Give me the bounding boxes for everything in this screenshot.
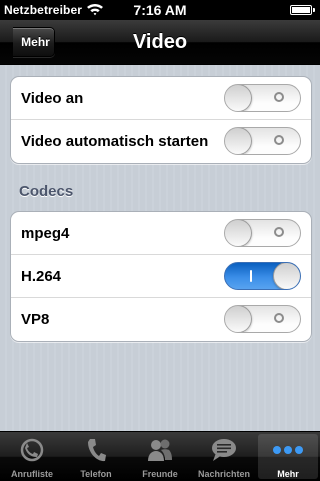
codec-label: H.264 <box>21 268 62 285</box>
video-settings-group: Video an Video automatisch starten <box>10 76 312 164</box>
tab-bar: Anrufliste Telefon Freunde Nachrichten M… <box>0 431 320 481</box>
clock: 7:16 AM <box>133 2 187 18</box>
tab-nachrichten[interactable]: Nachrichten <box>192 432 256 481</box>
codec-label: VP8 <box>21 311 50 328</box>
navigation-bar: Video Mehr <box>0 20 320 65</box>
setting-row-video-autostart: Video automatisch starten <box>11 120 311 163</box>
setting-label: Video an <box>21 90 84 107</box>
mpeg4-switch[interactable] <box>224 219 301 247</box>
codec-label: mpeg4 <box>21 225 70 242</box>
codecs-section-header: Codecs <box>19 183 74 200</box>
off-indicator-icon <box>274 313 284 323</box>
tab-label: Mehr <box>277 469 299 479</box>
call-history-icon <box>20 438 44 462</box>
back-button[interactable]: Mehr <box>13 27 55 57</box>
tab-telefon[interactable]: Telefon <box>64 432 128 481</box>
back-button-label: Mehr <box>21 35 50 49</box>
chat-icon <box>212 439 236 461</box>
vp8-switch[interactable] <box>224 305 301 333</box>
setting-label: Video automatisch starten <box>21 133 209 150</box>
off-indicator-icon <box>274 92 284 102</box>
on-indicator-icon <box>250 270 252 282</box>
phone-icon <box>88 439 106 462</box>
switch-knob[interactable] <box>273 263 300 289</box>
codecs-group: mpeg4 H.264 VP8 <box>10 211 312 342</box>
off-indicator-icon <box>274 227 284 237</box>
tab-anrufliste[interactable]: Anrufliste <box>0 432 64 481</box>
codec-row-h264: H.264 <box>11 255 311 298</box>
video-on-switch[interactable] <box>224 84 301 112</box>
video-autostart-switch[interactable] <box>224 127 301 155</box>
off-indicator-icon <box>274 135 284 145</box>
tab-mehr[interactable]: Mehr <box>258 434 318 479</box>
h264-switch[interactable] <box>224 262 301 290</box>
tab-label: Nachrichten <box>197 469 250 479</box>
switch-knob[interactable] <box>225 128 252 154</box>
battery-icon <box>290 5 315 15</box>
friends-icon <box>148 439 172 461</box>
tab-label: Anrufliste <box>10 469 53 479</box>
switch-knob[interactable] <box>225 85 252 111</box>
codec-row-mpeg4: mpeg4 <box>11 212 311 255</box>
tab-label: Freunde <box>142 469 178 479</box>
setting-row-video-on: Video an <box>11 77 311 120</box>
tab-label: Telefon <box>80 469 112 479</box>
tab-freunde[interactable]: Freunde <box>128 432 192 481</box>
codec-row-vp8: VP8 <box>11 298 311 341</box>
status-bar: Netzbetreiber 7:16 AM <box>0 0 320 20</box>
switch-knob[interactable] <box>225 306 252 332</box>
more-icon <box>273 446 303 454</box>
switch-knob[interactable] <box>225 220 252 246</box>
